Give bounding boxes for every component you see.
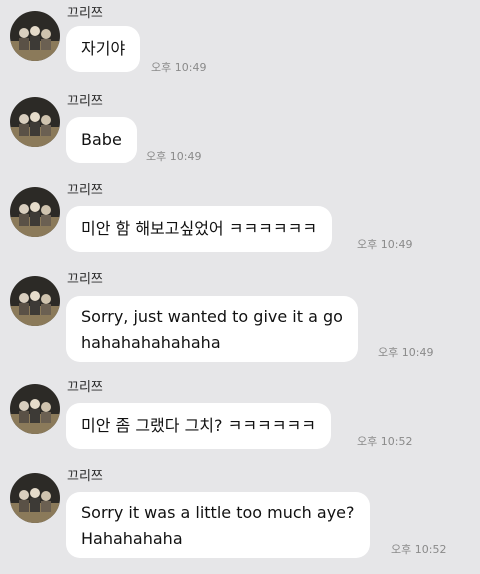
avatar[interactable]: [10, 187, 60, 237]
sender-name: 끄리쯔: [67, 6, 103, 21]
chat-thread: 끄리쯔 자기야 오후 10:49 끄리쯔 Babe 오후 10:49 끄리쯔 미…: [0, 0, 480, 574]
sender-name: 끄리쯔: [67, 272, 103, 287]
message-text: Hahahahaha: [81, 529, 183, 548]
message-timestamp: 오후 10:52: [357, 435, 413, 448]
avatar[interactable]: [10, 384, 60, 434]
message-text: 자기야: [81, 39, 126, 58]
message-timestamp: 오후 10:49: [378, 346, 434, 359]
avatar[interactable]: [10, 276, 60, 326]
message-bubble[interactable]: Babe: [66, 117, 137, 163]
message-timestamp: 오후 10:49: [151, 61, 207, 74]
avatar-photo-icon: [10, 276, 60, 326]
message-text: 미안 함 해보고싶었어 ㅋㅋㅋㅋㅋㅋ: [81, 219, 318, 238]
message-bubble[interactable]: Sorry, just wanted to give it a go hahah…: [66, 296, 358, 362]
message-text: hahahahahahaha: [81, 333, 221, 352]
message-bubble[interactable]: 미안 함 해보고싶었어 ㅋㅋㅋㅋㅋㅋ: [66, 206, 333, 252]
message-text: Babe: [81, 130, 122, 149]
message-timestamp: 오후 10:49: [146, 150, 202, 163]
avatar-photo-icon: [10, 11, 60, 61]
avatar-photo-icon: [10, 187, 60, 237]
message-bubble[interactable]: Sorry it was a little too much aye? Haha…: [66, 492, 370, 558]
avatar-photo-icon: [10, 473, 60, 523]
avatar[interactable]: [10, 11, 60, 61]
avatar[interactable]: [10, 473, 60, 523]
message-timestamp: 오후 10:52: [391, 543, 447, 556]
message-bubble[interactable]: 자기야: [66, 26, 141, 72]
sender-name: 끄리쯔: [67, 380, 103, 395]
avatar-photo-icon: [10, 97, 60, 147]
message-text: 미안 좀 그랬다 그치? ㅋㅋㅋㅋㅋㅋ: [81, 416, 316, 435]
avatar[interactable]: [10, 97, 60, 147]
message-bubble[interactable]: 미안 좀 그랬다 그치? ㅋㅋㅋㅋㅋㅋ: [66, 403, 331, 449]
sender-name: 끄리쯔: [67, 183, 103, 198]
sender-name: 끄리쯔: [67, 469, 103, 484]
sender-name: 끄리쯔: [67, 94, 103, 109]
message-text: Sorry it was a little too much aye?: [81, 503, 355, 522]
message-text: Sorry, just wanted to give it a go: [81, 307, 343, 326]
message-timestamp: 오후 10:49: [357, 238, 413, 251]
avatar-photo-icon: [10, 384, 60, 434]
